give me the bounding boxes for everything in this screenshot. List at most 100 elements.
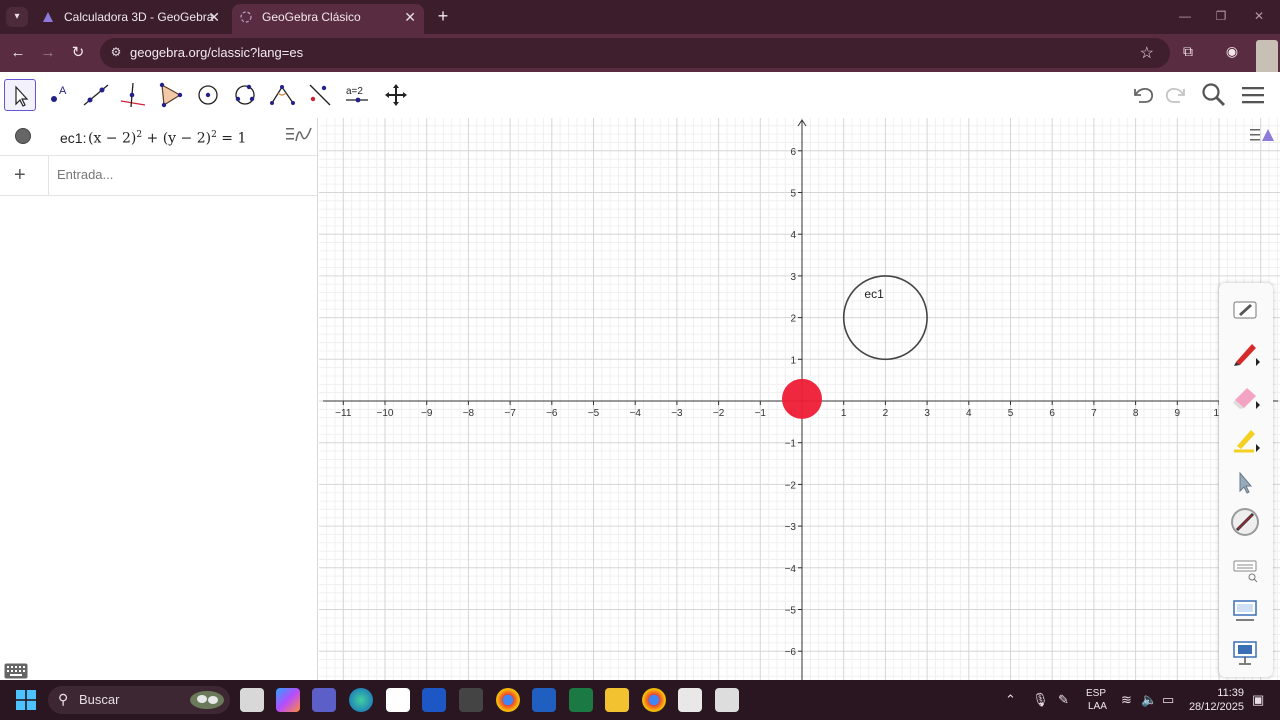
screen-capture-button[interactable]: [1230, 595, 1260, 625]
word-icon[interactable]: [532, 688, 556, 712]
main-menu-button[interactable]: [1238, 80, 1268, 110]
tab-geogebra-clasico[interactable]: GeoGebra Clásico ✕: [232, 4, 424, 34]
highlighter-icon: [1234, 430, 1260, 453]
move-tool-button[interactable]: [4, 79, 36, 111]
geogebra-3d-icon: [43, 12, 53, 22]
taskbar-search-input[interactable]: Buscar: [79, 692, 119, 707]
pointer-button[interactable]: [1230, 467, 1260, 497]
keyboard-tool-icon: [1233, 560, 1258, 583]
point-tool-button[interactable]: A: [43, 79, 75, 111]
excel-icon[interactable]: [569, 688, 593, 712]
notification-icon[interactable]: ▣: [1252, 692, 1264, 708]
windows-start-icon[interactable]: [16, 690, 36, 710]
graphics-style-bar-icon[interactable]: [1250, 126, 1276, 144]
extensions-icon[interactable]: ⧉: [1178, 43, 1198, 63]
redo-button[interactable]: [1161, 80, 1191, 110]
volume-icon[interactable]: 🔈: [1141, 692, 1157, 708]
x-tick-label: −1: [755, 408, 767, 419]
back-icon[interactable]: ←: [7, 42, 29, 64]
slider-tool-button[interactable]: a=2: [341, 79, 373, 111]
polygon-tool-button[interactable]: [154, 79, 186, 111]
algebra-view: ec1: (x − 2)2 + (y − 2)2 = 1 + Entrada..…: [0, 118, 318, 680]
search-button[interactable]: [1199, 80, 1229, 110]
pointer-icon: [1239, 471, 1253, 494]
mathtype-icon[interactable]: [422, 688, 446, 712]
chrome-profile-icon[interactable]: [642, 688, 666, 712]
algebra-item-ec1[interactable]: ec1: (x − 2)2 + (y − 2)2 = 1: [0, 118, 317, 156]
graphics-view[interactable]: −11−10−9−8−7−6−5−4−3−2−1012345678910 654…: [319, 118, 1280, 680]
red-pen-icon: [1234, 344, 1260, 366]
tab-search-dropdown-icon[interactable]: ▾: [6, 7, 28, 27]
chrome-icon[interactable]: [496, 688, 520, 712]
y-tick-label: 1: [790, 355, 796, 366]
ellipse-tool-button[interactable]: [229, 79, 261, 111]
reflect-tool-button[interactable]: [304, 79, 336, 111]
language-indicator[interactable]: ESP: [1086, 688, 1106, 699]
forward-icon[interactable]: →: [37, 42, 59, 64]
file-explorer-icon[interactable]: [605, 688, 629, 712]
geogebra-toolbar: A a=2: [0, 72, 1280, 118]
pen-settings-button[interactable]: [1230, 295, 1260, 325]
algebra-input[interactable]: Entrada...: [57, 167, 113, 182]
equation-text[interactable]: (x − 2)2 + (y − 2)2 = 1: [88, 130, 246, 147]
close-icon[interactable]: ✕: [208, 4, 220, 30]
unity-icon[interactable]: [459, 688, 483, 712]
task-view-icon[interactable]: [240, 688, 264, 712]
new-tab-button[interactable]: +: [432, 5, 454, 27]
circle-ec1-label[interactable]: ec1: [864, 287, 884, 301]
ellipse-icon: [235, 84, 255, 105]
browser-navigation-bar: ← → ↻ ⚙ geogebra.org/classic?lang=es ☆ ⧉…: [0, 34, 1280, 72]
circle-tool-button[interactable]: [192, 79, 224, 111]
move-graphics-tool-button[interactable]: [380, 79, 412, 111]
taskbar-search-box[interactable]: ⚲ Buscar: [48, 686, 230, 714]
keyboard-tool-button[interactable]: [1230, 553, 1260, 583]
presentation-button[interactable]: [1230, 637, 1260, 667]
pen-icon[interactable]: ✎: [1058, 692, 1069, 708]
maximize-button[interactable]: ❐: [1206, 6, 1236, 26]
copilot-icon[interactable]: [276, 688, 300, 712]
minimize-button[interactable]: —: [1170, 6, 1200, 26]
windows-taskbar: ⚲ Buscar ⌃ 🎙 ✎ ESP LAA ≋ 🔈 ▭ 11:39 28/12…: [0, 680, 1280, 720]
line-tool-button[interactable]: [80, 79, 112, 111]
highlighter-button[interactable]: [1230, 424, 1260, 454]
undo-button[interactable]: [1128, 80, 1158, 110]
algebra-input-row[interactable]: + Entrada...: [0, 156, 317, 196]
show-hidden-icons-icon[interactable]: ⌃: [1005, 692, 1016, 708]
site-info-icon[interactable]: ⚙: [108, 45, 124, 61]
close-window-button[interactable]: ✕: [1244, 6, 1274, 26]
algebra-settings-icon[interactable]: [285, 124, 313, 146]
profile-icon[interactable]: ◉: [1222, 43, 1242, 63]
microphone-icon[interactable]: 🎙: [1032, 692, 1049, 708]
keyboard-icon[interactable]: [4, 663, 28, 679]
layout-indicator[interactable]: LAA: [1088, 701, 1107, 712]
arrow-cursor-icon: [15, 85, 29, 107]
x-tick-label: −6: [546, 408, 558, 419]
bookmark-star-icon[interactable]: ☆: [1140, 43, 1154, 63]
teams-icon[interactable]: [312, 688, 336, 712]
angle-tool-button[interactable]: [266, 79, 298, 111]
edge-icon[interactable]: [349, 688, 373, 712]
graphics-canvas[interactable]: −11−10−9−8−7−6−5−4−3−2−1012345678910 654…: [319, 118, 1280, 680]
visibility-toggle-icon[interactable]: [15, 128, 31, 144]
side-extension-icon[interactable]: [1256, 40, 1278, 76]
red-pen-button[interactable]: [1230, 338, 1260, 368]
snipping-tool-icon[interactable]: [678, 688, 702, 712]
x-tick-label: −7: [504, 408, 516, 419]
battery-icon[interactable]: ▭: [1162, 692, 1174, 708]
close-icon[interactable]: ✕: [404, 4, 416, 30]
url-text[interactable]: geogebra.org/classic?lang=es: [130, 45, 303, 60]
fountain-pen-button[interactable]: [1230, 507, 1260, 537]
plus-icon[interactable]: +: [14, 164, 26, 187]
wifi-icon[interactable]: ≋: [1121, 692, 1132, 708]
x-tick-label: 4: [966, 408, 972, 419]
address-bar[interactable]: ⚙ geogebra.org/classic?lang=es ☆: [100, 38, 1170, 68]
angle-icon: [270, 85, 295, 105]
clock[interactable]: 11:39 28/12/2025: [1189, 686, 1244, 714]
perpendicular-tool-button[interactable]: [117, 79, 149, 111]
whiteboard-icon[interactable]: [715, 688, 739, 712]
eraser-button[interactable]: [1230, 381, 1260, 411]
reload-icon[interactable]: ↻: [67, 42, 89, 64]
tab-calculadora-3d[interactable]: Calculadora 3D - GeoGebra ✕: [34, 4, 228, 34]
store-icon[interactable]: [386, 688, 410, 712]
eraser-icon: [1233, 388, 1260, 409]
